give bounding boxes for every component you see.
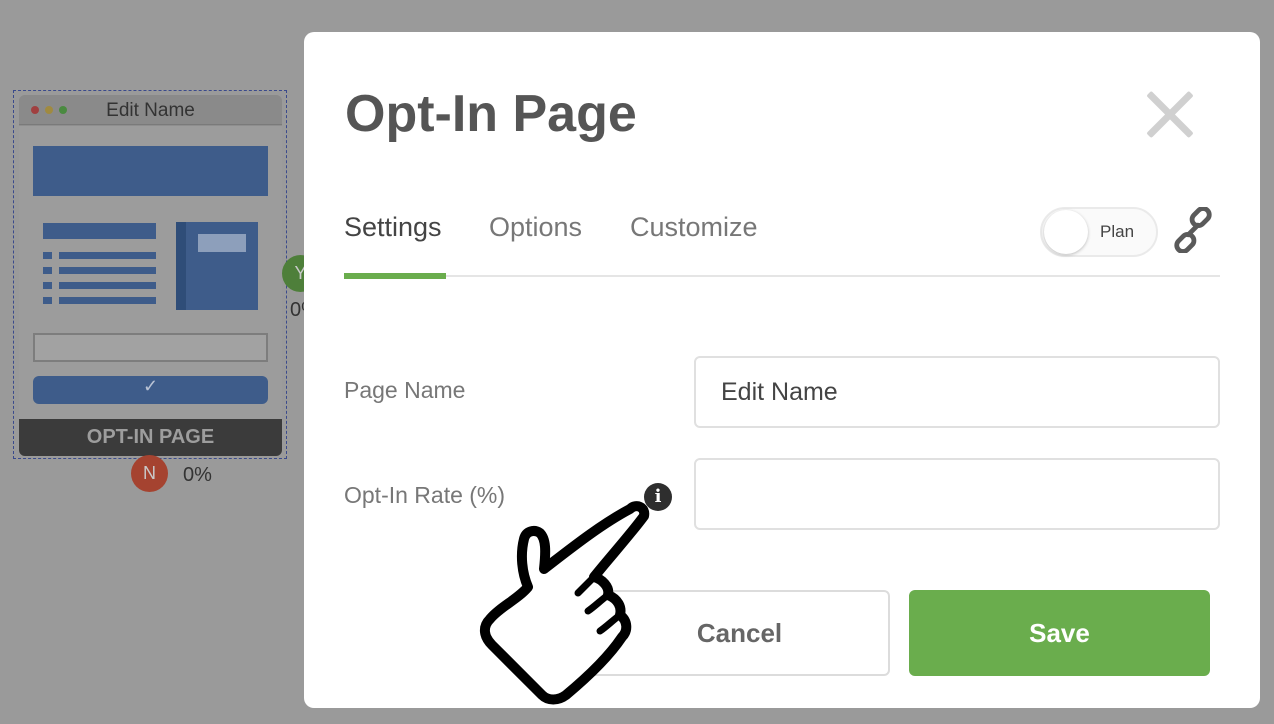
- thumb-submit-button: ✓: [33, 376, 268, 404]
- thumb-text-line: [59, 282, 156, 289]
- close-icon[interactable]: [1142, 87, 1198, 143]
- thumb-text-line: [59, 297, 156, 304]
- link-icon[interactable]: [1170, 207, 1216, 253]
- tab-customize[interactable]: Customize: [630, 212, 758, 243]
- modal-title: Opt-In Page: [345, 85, 637, 143]
- node-titlebar: Edit Name: [19, 95, 282, 125]
- thumb-bullet: [43, 282, 52, 289]
- pointing-hand-icon: [480, 501, 650, 705]
- opt-in-page-node[interactable]: Edit Name ✓ OPT-IN PAGE: [13, 90, 287, 459]
- save-button[interactable]: Save: [909, 590, 1210, 676]
- thumb-book-image: [176, 222, 258, 310]
- page-thumbnail: ✓: [19, 126, 282, 419]
- active-tab-indicator: [344, 273, 446, 279]
- page-name-label: Page Name: [344, 377, 466, 403]
- no-percent: 0%: [183, 464, 212, 486]
- thumb-text-line: [59, 252, 156, 259]
- thumb-bullet: [43, 252, 52, 259]
- check-icon: ✓: [142, 376, 159, 396]
- no-connector-badge[interactable]: N: [131, 455, 168, 492]
- node-footer-label: OPT-IN PAGE: [19, 419, 282, 456]
- opt-in-page-modal: Opt-In Page Settings Options Customize P…: [304, 32, 1260, 708]
- thumb-text-line: [59, 267, 156, 274]
- toggle-knob: [1044, 210, 1088, 254]
- thumb-input: [33, 333, 268, 362]
- thumb-header-block: [33, 146, 268, 196]
- node-window-title: Edit Name: [106, 100, 195, 121]
- page-node-card[interactable]: Edit Name ✓ OPT-IN PAGE: [19, 95, 282, 456]
- thumb-bullet: [43, 267, 52, 274]
- tab-options[interactable]: Options: [489, 212, 582, 243]
- tab-settings[interactable]: Settings: [344, 212, 442, 243]
- thumb-bullet: [43, 297, 52, 304]
- plan-toggle[interactable]: Plan: [1040, 207, 1158, 257]
- page-name-input[interactable]: [694, 356, 1220, 428]
- plan-toggle-label: Plan: [1100, 222, 1135, 241]
- thumb-text-line: [43, 223, 156, 239]
- opt-in-rate-input[interactable]: [694, 458, 1220, 530]
